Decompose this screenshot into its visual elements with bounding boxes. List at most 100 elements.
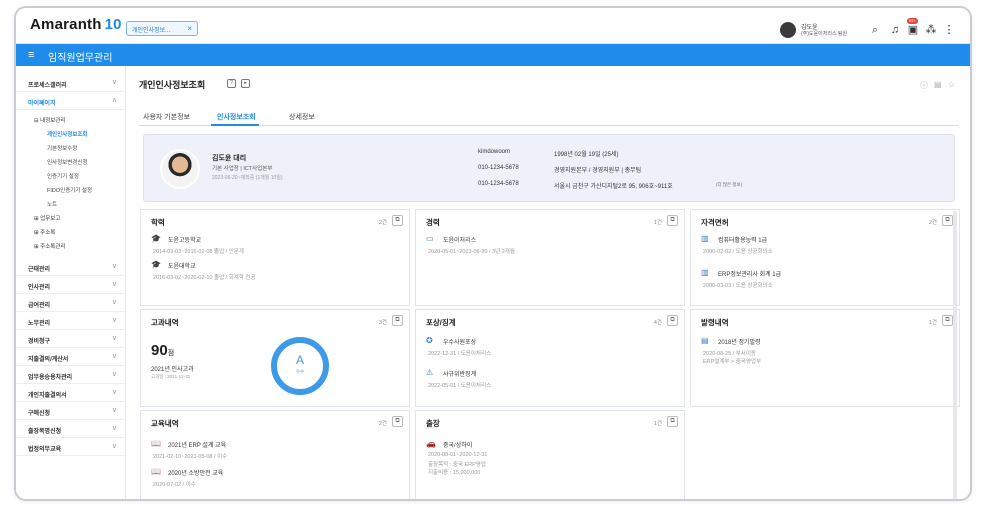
card-count: 2건 bbox=[378, 421, 387, 427]
menu-icon[interactable]: ≡ bbox=[28, 49, 34, 61]
scrollbar[interactable] bbox=[953, 211, 957, 499]
play-icon[interactable]: ▸ bbox=[241, 79, 250, 88]
sidebar-item-labor[interactable]: 노무관리 ∨ bbox=[16, 312, 126, 330]
avatar bbox=[780, 22, 796, 38]
sidebar-item-personal-spending[interactable]: 개인지출결의서 ∨ bbox=[16, 384, 126, 402]
car-icon: 🚗 bbox=[426, 439, 436, 448]
tab-basic-info[interactable]: 사용자 기본정보 bbox=[143, 112, 190, 122]
sidebar-item-attendance[interactable]: 근태관리 ∨ bbox=[16, 258, 126, 276]
bell-icon[interactable]: ♫ bbox=[888, 23, 902, 37]
book-icon: 📖 bbox=[151, 467, 161, 476]
document-icon: ▤ bbox=[701, 336, 709, 345]
book-icon: 📖 bbox=[151, 439, 161, 448]
award-icon: ✪ bbox=[426, 336, 433, 345]
copy-icon[interactable]: ⧉ bbox=[667, 215, 678, 226]
card-title: 발령내역 bbox=[701, 318, 729, 327]
search-icon[interactable]: ⌕ bbox=[868, 23, 882, 37]
profile-extra[interactable]: (더 많은 정보) bbox=[716, 182, 742, 188]
evaluation-period: 2021년 인사고과 bbox=[151, 367, 194, 373]
card-license: 자격면허 2건 ⧉ ▥ 컴퓨터활용능력 1급 2000-02-02 / 도윤 상… bbox=[690, 209, 960, 306]
sidebar: 프로세스갤러리 ∨ 마이페이지 ∧ ⊟ 내정보관리 개인인사정보조회 기본정보수정 … bbox=[16, 66, 126, 499]
open-tab-label: 개인인사정보... bbox=[132, 28, 171, 34]
sidebar-group-myinfo[interactable]: ⊟ 내정보관리 bbox=[34, 116, 65, 124]
print-icon[interactable]: ▤ bbox=[934, 80, 942, 89]
graduation-icon: 🎓 bbox=[151, 234, 161, 243]
profile-name: 김도윤 대리 bbox=[212, 155, 247, 162]
copy-icon[interactable]: ⧉ bbox=[942, 215, 953, 226]
copy-icon[interactable]: ⧉ bbox=[667, 315, 678, 326]
sidebar-item-trip-report[interactable]: 출장복명신청 ∨ bbox=[16, 420, 126, 438]
card-count: 1건 bbox=[928, 320, 937, 326]
card-evaluation: 고과내역 3건 ⧉ 90점 2021년 인사고과 고과일 : 2021-12-3… bbox=[140, 309, 410, 407]
certificate-icon: ▥ bbox=[701, 234, 709, 243]
card-count: 1건 bbox=[653, 220, 662, 226]
warning-icon: ⚠ bbox=[426, 368, 434, 377]
briefcase-icon: ▭ bbox=[426, 234, 434, 243]
copy-icon[interactable]: ⧉ bbox=[392, 215, 403, 226]
sidebar-item-training[interactable]: 법정의무교육 ∨ bbox=[16, 438, 126, 456]
profile-birth: 1998년 02월 19일 (25세) bbox=[554, 152, 619, 158]
sidebar-item-payroll[interactable]: 급여관리 ∨ bbox=[16, 294, 126, 312]
card-training: 교육내역 2건 ⧉ 📖 2021년 ERP 설계 교육 2021-02-10~2… bbox=[140, 410, 410, 499]
open-document-tab[interactable]: 개인인사정보... × bbox=[126, 21, 198, 36]
card-title: 경력 bbox=[426, 218, 440, 227]
sidebar-item-purchase[interactable]: 구매신청 ∨ bbox=[16, 402, 126, 420]
copy-icon[interactable]: ⧉ bbox=[392, 315, 403, 326]
graduation-icon: 🎓 bbox=[151, 260, 161, 269]
copy-icon[interactable]: ⧉ bbox=[942, 315, 953, 326]
tab-detail[interactable]: 상세정보 bbox=[289, 112, 315, 122]
sidebar-sub-hr-change[interactable]: 인사정보변경신청 bbox=[47, 158, 87, 166]
copy-icon[interactable]: ⧉ bbox=[392, 416, 403, 427]
app-window: Amaranth 10 개인인사정보... × 김도윤 (주)도윤이처리스 팀원 … bbox=[14, 6, 972, 501]
profile-summary: 김도윤 대리 기본 사업장 | ICT사업본부 2023-06-20~재직중 (… bbox=[143, 134, 955, 202]
profile-phone2: 010-1234-5678 bbox=[478, 181, 519, 187]
tab-hr-info[interactable]: 인사정보조회 bbox=[217, 112, 256, 122]
sidebar-item-expense[interactable]: 경비청구 ∨ bbox=[16, 330, 126, 348]
sidebar-sub-device[interactable]: 인증기기 설정 bbox=[47, 172, 79, 180]
info-icon[interactable]: ⓘ bbox=[920, 80, 928, 91]
sidebar-item-process-gallery[interactable]: 프로세스갤러리 ∨ bbox=[16, 74, 126, 92]
chevron-down-icon: ∨ bbox=[111, 79, 117, 86]
card-count: 2건 bbox=[378, 220, 387, 226]
card-appointment: 발령내역 1건 ⧉ ▤ 2018년 정기발령 2020-08-25 / 부서이동… bbox=[690, 309, 960, 407]
sidebar-group-address-admin[interactable]: ⊞ 주소록관리 bbox=[34, 242, 65, 250]
sidebar-sub-basic-edit[interactable]: 기본정보수정 bbox=[47, 144, 77, 152]
card-education: 학력 2건 ⧉ 🎓 도윤고등학교 2014-03-03~2016-02-08 졸… bbox=[140, 209, 410, 306]
main-content: 개인인사정보조회 ? ▸ ⓘ ▤ ☆ 사용자 기본정보 인사정보조회 상세정보 … bbox=[127, 66, 970, 499]
certificate-icon: ▥ bbox=[701, 268, 709, 277]
card-count: 2건 bbox=[928, 220, 937, 226]
card-count: 3건 bbox=[378, 320, 387, 326]
grade-letter: A bbox=[295, 353, 304, 367]
sidebar-item-hr[interactable]: 인사관리 ∨ bbox=[16, 276, 126, 294]
tab-bar: 사용자 기본정보 인사정보조회 상세정보 bbox=[139, 108, 959, 126]
sidebar-group-address[interactable]: ⊞ 주소록 bbox=[34, 228, 55, 236]
sidebar-group-report[interactable]: ⊞ 업무보고 bbox=[34, 214, 60, 222]
card-title: 자격면허 bbox=[701, 218, 729, 227]
page-title: 개인인사정보조회 bbox=[139, 80, 206, 90]
sidebar-item-car[interactable]: 업무용승용차관리 ∨ bbox=[16, 366, 126, 384]
copy-icon[interactable]: ⧉ bbox=[667, 416, 678, 427]
sidebar-sub-hr-lookup[interactable]: 개인인사정보조회 bbox=[47, 130, 87, 138]
card-count: 4건 bbox=[653, 320, 662, 326]
module-title: 임직원업무관리 bbox=[48, 53, 113, 64]
more-icon[interactable]: ⋮ bbox=[942, 23, 956, 37]
sidebar-sub-note[interactable]: 노트 bbox=[47, 200, 57, 208]
card-title: 출장 bbox=[426, 419, 440, 428]
card-title: 포상/징계 bbox=[426, 318, 456, 327]
profile-joined: 2023-06-20~재직중 (1개월 10일) bbox=[212, 175, 283, 181]
sidebar-item-spending[interactable]: 지출결의/계산서 ∨ bbox=[16, 348, 126, 366]
sidebar-item-mypage[interactable]: 마이페이지 ∧ bbox=[16, 92, 126, 110]
org-icon[interactable]: ⁂ bbox=[924, 23, 938, 37]
profile-address: 서울시 금천구 가산디지털2로 95, 906호~911호 bbox=[554, 184, 673, 190]
profile-phone1: 010-1234-5678 bbox=[478, 165, 519, 171]
user-company: (주)도윤이처리스 팀원 bbox=[801, 31, 848, 37]
grade-ring: A 우수 bbox=[271, 337, 329, 395]
star-icon[interactable]: ☆ bbox=[948, 80, 955, 89]
help-icon[interactable]: ? bbox=[227, 79, 236, 88]
close-icon[interactable]: × bbox=[187, 24, 192, 33]
profile-photo bbox=[160, 149, 200, 189]
card-trip: 출장 1건 ⧉ 🚗 중국/상하이 2020-08-01~2020-12-31 출… bbox=[415, 410, 685, 499]
logo[interactable]: Amaranth 10 bbox=[30, 16, 122, 33]
calendar-icon[interactable]: ▣ bbox=[906, 23, 920, 37]
sidebar-sub-fido[interactable]: FIDO인증기기 설정 bbox=[47, 186, 92, 194]
